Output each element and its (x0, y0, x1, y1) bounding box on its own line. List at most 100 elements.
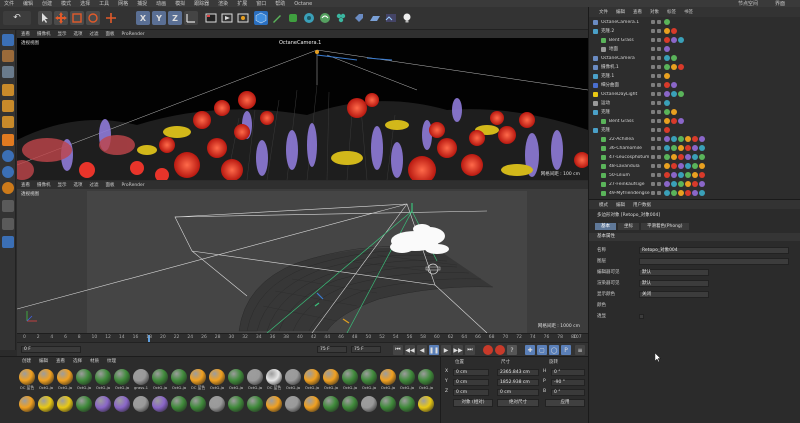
polygons-mode-icon[interactable] (2, 116, 14, 128)
visibility-flags[interactable] (651, 56, 661, 60)
material-swatch[interactable]: OctG-ja (37, 369, 55, 393)
object-tags[interactable] (664, 127, 670, 133)
y-axis-toggle[interactable]: Y (152, 11, 166, 25)
p-rotation-field[interactable]: -90 ° (551, 379, 585, 386)
material-swatch[interactable]: OctG-ja (208, 369, 226, 393)
param-key-icon[interactable]: P (561, 345, 571, 355)
bottom-viewport[interactable]: 查看 摄像机 显示 选项 过滤 面板 ProRender 透视视图 网格间距:… (17, 181, 588, 333)
pen-spline-icon[interactable] (270, 11, 284, 25)
menu-window[interactable]: 窗口 (256, 0, 266, 7)
extra-tool-icon[interactable] (104, 11, 118, 25)
material-swatch[interactable]: OctG-ja (170, 369, 188, 393)
b-rotation-field[interactable]: 0 ° (551, 389, 585, 396)
object-row[interactable]: Bent Grass (589, 117, 800, 125)
next-frame-icon[interactable]: ▶ (441, 345, 451, 355)
material-swatch[interactable] (246, 396, 264, 420)
material-swatch[interactable] (379, 396, 397, 420)
solo-icon[interactable] (2, 182, 14, 194)
visibility-flags[interactable] (651, 164, 661, 168)
play-pause-icon[interactable]: ❚❚ (429, 345, 439, 355)
menu-octane[interactable]: Octane (294, 1, 312, 7)
object-tags[interactable] (664, 46, 670, 52)
size-mode-select[interactable]: 绝对尺寸 (497, 399, 539, 407)
material-swatch[interactable]: OC 蓝色 (18, 369, 36, 393)
vp2-menu-display[interactable]: 显示 (58, 182, 67, 188)
vp1-menu-panel[interactable]: 面板 (106, 31, 115, 37)
obj-menu-object[interactable]: 对象 (650, 9, 659, 15)
render-active-icon[interactable] (220, 11, 234, 25)
apply-button[interactable]: 应用 (545, 399, 585, 407)
object-tags[interactable] (664, 82, 677, 88)
menu-file[interactable]: 文件 (4, 0, 14, 7)
visibility-flags[interactable] (651, 83, 661, 87)
object-row[interactable]: 47-Leucosphotum (589, 153, 800, 161)
object-row[interactable]: OctaneCamera.1 (589, 18, 800, 26)
menu-tracker[interactable]: 跟踪器 (194, 0, 209, 7)
object-tags[interactable] (664, 91, 684, 97)
goto-start-icon[interactable]: ⏮ (393, 345, 403, 355)
visibility-flags[interactable] (651, 20, 661, 24)
deformer-icon[interactable] (318, 11, 332, 25)
object-tags[interactable] (664, 181, 705, 187)
h-rotation-field[interactable]: 0 ° (551, 369, 585, 376)
object-row[interactable]: 50-Lilium (589, 171, 800, 179)
points-mode-icon[interactable] (2, 84, 14, 96)
scale-tool-icon[interactable] (70, 11, 84, 25)
xray-checkbox[interactable] (639, 314, 644, 319)
material-swatch[interactable]: grass-1 (132, 369, 150, 393)
visibility-flags[interactable] (651, 128, 661, 132)
material-swatch[interactable]: OctG-ja (284, 369, 302, 393)
y-position-field[interactable]: 0 cm (453, 379, 489, 386)
object-tags[interactable] (664, 145, 705, 151)
sculpt-icon[interactable] (2, 200, 14, 212)
vp1-menu-view[interactable]: 查看 (21, 31, 30, 37)
object-row[interactable]: 22-Achillea (589, 135, 800, 143)
material-swatch[interactable]: OctG-ja (398, 369, 416, 393)
material-swatch[interactable]: OctG-ja (379, 369, 397, 393)
object-tags[interactable] (664, 100, 670, 106)
material-swatch[interactable] (417, 396, 435, 420)
object-tags[interactable] (664, 64, 684, 70)
material-swatch[interactable] (75, 396, 93, 420)
visibility-flags[interactable] (651, 173, 661, 177)
tag-icon[interactable] (352, 11, 366, 25)
vp1-menu-display[interactable]: 显示 (58, 31, 67, 37)
menu-create[interactable]: 创建 (42, 0, 52, 7)
rot-key-icon[interactable]: ◯ (549, 345, 559, 355)
object-row[interactable]: 地面 (589, 45, 800, 53)
visibility-flags[interactable] (651, 137, 661, 141)
visibility-flags[interactable] (651, 182, 661, 186)
material-swatch[interactable] (151, 396, 169, 420)
render-settings-icon[interactable] (236, 11, 250, 25)
z-position-field[interactable]: 0 cm (453, 389, 489, 396)
snap-icon[interactable] (2, 150, 14, 162)
menu-help[interactable]: 帮助 (275, 0, 285, 7)
material-swatch[interactable]: OctG-ja (322, 369, 340, 393)
start-frame-field[interactable]: 0 F (21, 346, 81, 353)
object-tags[interactable] (664, 136, 705, 142)
object-tags[interactable] (664, 163, 705, 169)
coordinate-system-icon[interactable] (184, 11, 198, 25)
object-tags[interactable] (664, 37, 684, 43)
axis-mode-icon[interactable] (2, 134, 14, 146)
material-swatch[interactable]: OctG-ja (360, 369, 378, 393)
vp2-menu-options[interactable]: 选项 (74, 182, 83, 188)
end-frame-field-2[interactable]: 75 F (351, 346, 381, 353)
menu-mode[interactable]: 模式 (61, 0, 71, 7)
material-swatch[interactable] (360, 396, 378, 420)
material-swatch[interactable] (227, 396, 245, 420)
object-row[interactable]: 克隆 (589, 126, 800, 134)
visibility-flags[interactable] (651, 191, 661, 195)
vp2-menu-filter[interactable]: 过滤 (90, 182, 99, 188)
tab-coord[interactable]: 坐标 (618, 223, 639, 230)
undo-icon[interactable]: ↶ (3, 11, 31, 25)
vp2-menu-prorender[interactable]: ProRender (122, 183, 145, 188)
vp2-menu-view[interactable]: 查看 (21, 182, 30, 188)
visibility-flags[interactable] (651, 146, 661, 150)
material-swatch[interactable]: OctG-ja (303, 369, 321, 393)
object-row[interactable]: 36-Chamomile (589, 144, 800, 152)
menu-render[interactable]: 渲染 (218, 0, 228, 7)
x-size-field[interactable]: 2365.843 cm (497, 369, 539, 376)
object-tags[interactable] (664, 154, 705, 160)
mat-menu-texture[interactable]: 纹理 (107, 358, 116, 364)
